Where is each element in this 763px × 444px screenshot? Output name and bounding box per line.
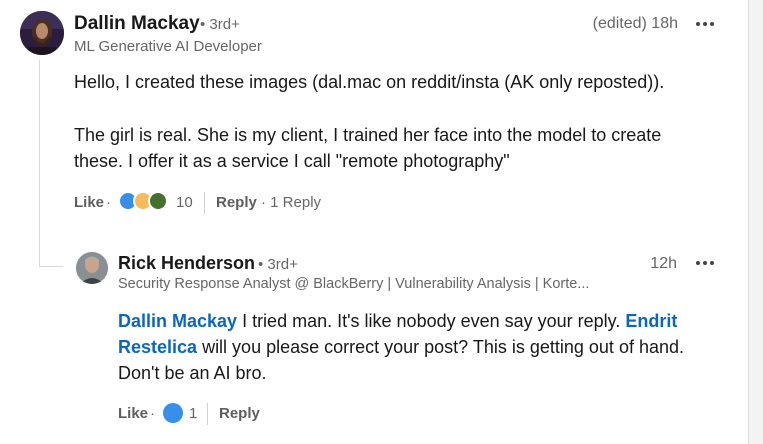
like-button[interactable]: Like [74,194,104,211]
reply-text: I tried man. It's like nobody even say y… [237,311,626,331]
reaction-count[interactable]: 1 [189,405,197,422]
author-name[interactable]: Dallin Mackay [74,13,200,35]
reply-button[interactable]: Reply [216,194,257,211]
reactions-summary[interactable] [118,190,172,214]
mention-link[interactable]: Restelica [118,337,197,357]
separator-dot: · [150,405,155,422]
profile-photo [20,11,64,55]
reply-timestamp: 12h [650,255,677,272]
reaction-count[interactable]: 10 [176,194,193,211]
author-headline: ML Generative AI Developer [74,38,262,55]
reply-text: will you please correct your post? This … [197,337,684,357]
thread-line [39,60,40,267]
avatar[interactable] [76,252,108,284]
mention-link[interactable]: Dallin Mackay [118,311,237,331]
comment-timestamp: (edited) 18h [592,15,678,32]
connection-degree: • 3rd+ [200,16,240,33]
separator-dot: · [106,194,111,211]
thread-line-connector [39,266,63,267]
reply-text-line: Dallin Mackay I tried man. It's like nob… [118,308,677,334]
like-icon[interactable] [163,403,183,423]
more-options-icon[interactable] [695,20,715,28]
action-divider [204,192,205,214]
reply-text-line: Restelica will you please correct your p… [118,334,684,360]
comment-text-line: these. I offer it as a service I call "r… [74,151,510,171]
mention-link[interactable]: Endrit [625,311,677,331]
comment-text-line: Hello, I created these images (dal.mac o… [74,72,665,92]
author-name[interactable]: Rick Henderson [118,253,255,274]
comment-text-line: The girl is real. She is my client, I tr… [74,125,662,145]
profile-photo [76,252,108,284]
reply-button[interactable]: Reply [219,405,260,422]
scrollbar-track[interactable] [749,0,763,444]
like-button[interactable]: Like [118,405,148,422]
support-icon [148,191,168,211]
connection-degree: • 3rd+ [258,256,298,273]
replies-count-link[interactable]: · 1 Reply [261,194,321,211]
reply-text-line: Don't be an AI bro. [118,363,267,383]
action-divider [207,403,208,425]
more-options-icon[interactable] [695,259,715,267]
avatar[interactable] [20,11,64,55]
author-headline: Security Response Analyst @ BlackBerry |… [118,276,590,292]
